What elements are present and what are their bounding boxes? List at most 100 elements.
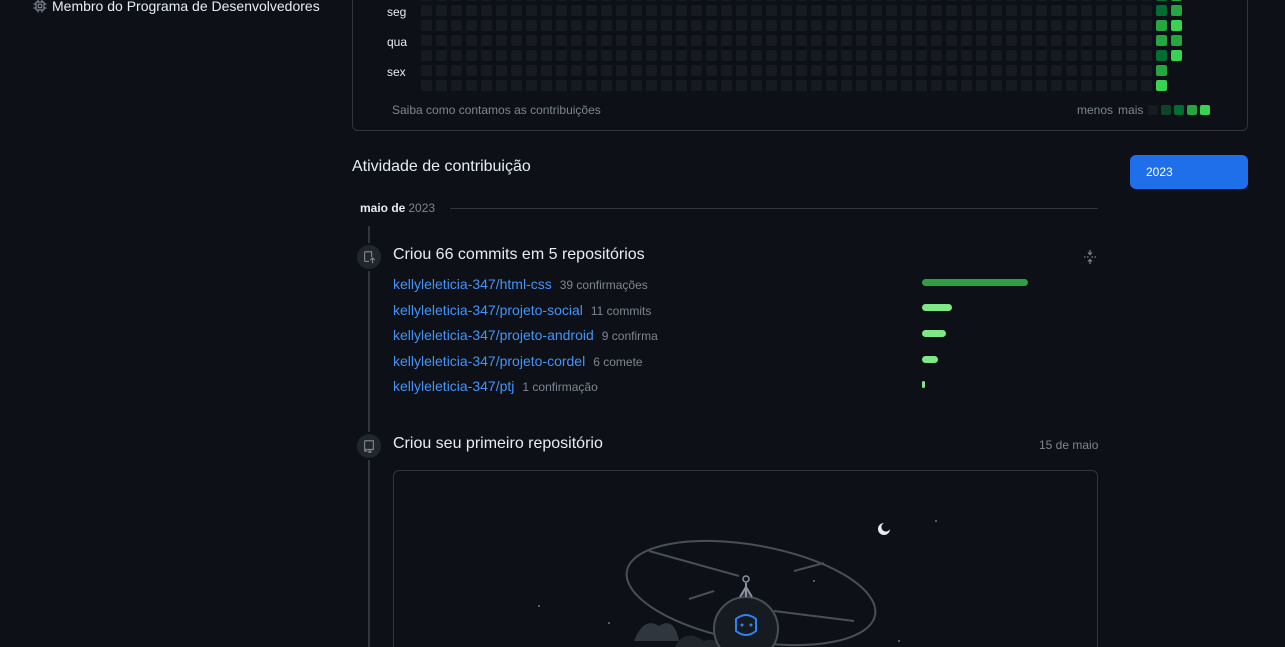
contribution-day-cell[interactable]: [451, 50, 462, 61]
contribution-day-cell[interactable]: [961, 80, 972, 91]
contribution-day-cell[interactable]: [826, 35, 837, 46]
contribution-day-cell[interactable]: [721, 80, 732, 91]
contribution-day-cell[interactable]: [856, 0, 867, 1]
contribution-day-cell[interactable]: [811, 5, 822, 16]
contribution-day-cell[interactable]: [1066, 5, 1077, 16]
contribution-day-cell[interactable]: [466, 50, 477, 61]
contribution-day-cell[interactable]: [586, 35, 597, 46]
contribution-day-cell[interactable]: [706, 35, 717, 46]
contribution-day-cell[interactable]: [841, 5, 852, 16]
contribution-day-cell[interactable]: [1156, 65, 1167, 76]
contribution-day-cell[interactable]: [976, 65, 987, 76]
contribution-day-cell[interactable]: [646, 50, 657, 61]
contribution-day-cell[interactable]: [886, 5, 897, 16]
contribution-day-cell[interactable]: [646, 20, 657, 31]
contribution-day-cell[interactable]: [466, 20, 477, 31]
contribution-day-cell[interactable]: [1006, 20, 1017, 31]
contribution-day-cell[interactable]: [736, 50, 747, 61]
contribution-day-cell[interactable]: [481, 35, 492, 46]
contribution-day-cell[interactable]: [706, 0, 717, 1]
contribution-day-cell[interactable]: [616, 35, 627, 46]
contribution-day-cell[interactable]: [436, 5, 447, 16]
contribution-day-cell[interactable]: [661, 65, 672, 76]
contribution-day-cell[interactable]: [541, 35, 552, 46]
contribution-day-cell[interactable]: [931, 5, 942, 16]
contribution-day-cell[interactable]: [826, 0, 837, 1]
contribution-day-cell[interactable]: [706, 50, 717, 61]
contribution-day-cell[interactable]: [766, 20, 777, 31]
contribution-day-cell[interactable]: [1126, 20, 1137, 31]
contribution-day-cell[interactable]: [961, 65, 972, 76]
contribution-day-cell[interactable]: [676, 0, 687, 1]
contribution-day-cell[interactable]: [781, 50, 792, 61]
contribution-day-cell[interactable]: [496, 35, 507, 46]
contribution-day-cell[interactable]: [1081, 65, 1092, 76]
contribution-day-cell[interactable]: [841, 65, 852, 76]
contribution-day-cell[interactable]: [886, 80, 897, 91]
contribution-day-cell[interactable]: [961, 35, 972, 46]
contribution-day-cell[interactable]: [1171, 20, 1182, 31]
contribution-day-cell[interactable]: [1111, 20, 1122, 31]
contribution-day-cell[interactable]: [631, 35, 642, 46]
contribution-day-cell[interactable]: [1066, 35, 1077, 46]
contribution-day-cell[interactable]: [1006, 80, 1017, 91]
repo-link[interactable]: kellyleleticia-347/projeto-android: [393, 327, 594, 343]
contribution-day-cell[interactable]: [931, 65, 942, 76]
contribution-day-cell[interactable]: [1096, 65, 1107, 76]
contribution-day-cell[interactable]: [631, 65, 642, 76]
contribution-day-cell[interactable]: [1051, 50, 1062, 61]
contribution-day-cell[interactable]: [1066, 65, 1077, 76]
contribution-day-cell[interactable]: [826, 80, 837, 91]
contribution-day-cell[interactable]: [916, 65, 927, 76]
contribution-day-cell[interactable]: [811, 35, 822, 46]
contribution-day-cell[interactable]: [931, 50, 942, 61]
contribution-day-cell[interactable]: [1171, 5, 1182, 16]
contribution-day-cell[interactable]: [1111, 5, 1122, 16]
contribution-day-cell[interactable]: [841, 35, 852, 46]
contribution-day-cell[interactable]: [901, 0, 912, 1]
contribution-day-cell[interactable]: [796, 80, 807, 91]
contribution-day-cell[interactable]: [1051, 5, 1062, 16]
contribution-day-cell[interactable]: [691, 80, 702, 91]
contribution-day-cell[interactable]: [946, 5, 957, 16]
contribution-day-cell[interactable]: [946, 35, 957, 46]
contribution-day-cell[interactable]: [1006, 5, 1017, 16]
contribution-day-cell[interactable]: [1021, 5, 1032, 16]
contribution-day-cell[interactable]: [541, 0, 552, 1]
contribution-day-cell[interactable]: [886, 0, 897, 1]
contribution-day-cell[interactable]: [496, 65, 507, 76]
contribution-day-cell[interactable]: [1021, 35, 1032, 46]
contribution-day-cell[interactable]: [1051, 20, 1062, 31]
contribution-day-cell[interactable]: [1156, 20, 1167, 31]
contribution-day-cell[interactable]: [871, 35, 882, 46]
contribution-day-cell[interactable]: [766, 5, 777, 16]
contribution-day-cell[interactable]: [646, 65, 657, 76]
contribution-day-cell[interactable]: [511, 35, 522, 46]
repo-link[interactable]: kellyleleticia-347/ptj: [393, 378, 514, 394]
contribution-day-cell[interactable]: [991, 50, 1002, 61]
contribution-day-cell[interactable]: [766, 35, 777, 46]
contribution-day-cell[interactable]: [1171, 35, 1182, 46]
repo-commit-count[interactable]: 11 commits: [591, 304, 651, 318]
contribution-day-cell[interactable]: [586, 5, 597, 16]
contribution-day-cell[interactable]: [721, 0, 732, 1]
contribution-day-cell[interactable]: [1156, 35, 1167, 46]
contribution-day-cell[interactable]: [766, 50, 777, 61]
contribution-day-cell[interactable]: [811, 50, 822, 61]
contribution-day-cell[interactable]: [721, 50, 732, 61]
contribution-day-cell[interactable]: [601, 35, 612, 46]
contribution-day-cell[interactable]: [781, 35, 792, 46]
contribution-day-cell[interactable]: [901, 35, 912, 46]
contribution-day-cell[interactable]: [541, 65, 552, 76]
contribution-day-cell[interactable]: [886, 20, 897, 31]
contribution-day-cell[interactable]: [901, 50, 912, 61]
contribution-day-cell[interactable]: [1156, 50, 1167, 61]
contribution-day-cell[interactable]: [991, 5, 1002, 16]
contribution-day-cell[interactable]: [916, 50, 927, 61]
developer-program-badge[interactable]: Membro do Programa de Desenvolvedores: [32, 0, 320, 14]
contribution-day-cell[interactable]: [421, 5, 432, 16]
contribution-day-cell[interactable]: [1081, 5, 1092, 16]
contribution-day-cell[interactable]: [1066, 20, 1077, 31]
contribution-day-cell[interactable]: [751, 0, 762, 1]
contribution-day-cell[interactable]: [841, 50, 852, 61]
